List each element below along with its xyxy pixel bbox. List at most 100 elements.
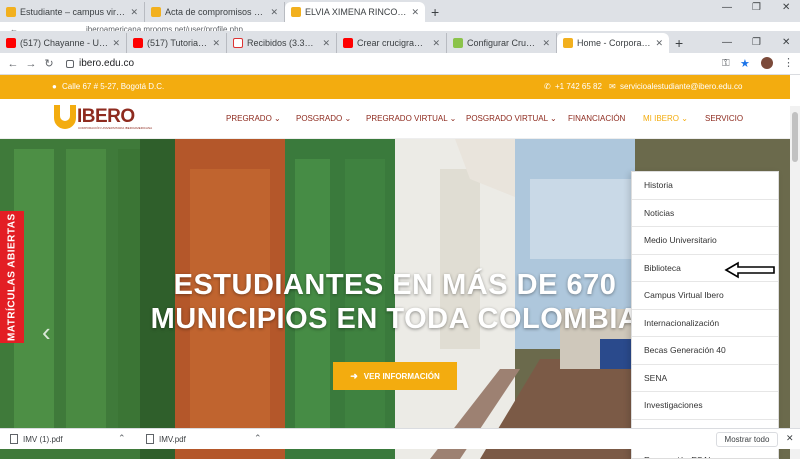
tab-configurar[interactable]: Configurar Crucigrama ✕	[447, 33, 557, 53]
tab-title: Home - Corporación Un	[577, 38, 651, 48]
tab-title: Recibidos (3.318) - xim	[247, 38, 318, 48]
restore-icon[interactable]: ❐	[752, 2, 761, 13]
tab-crucigramas[interactable]: Crear crucigramas en línea ✕	[337, 33, 447, 53]
tab-title: ELVIA XIMENA RINCON LANCHEROS	[305, 7, 407, 17]
tab-estudiante[interactable]: Estudiante – campus virtual ibero ✕	[0, 2, 145, 22]
nav-posgrado-virtual[interactable]: POSGRADO VIRTUAL ⌄	[466, 114, 557, 123]
lock-icon	[66, 59, 74, 68]
tab-home-ibero[interactable]: Home - Corporación Un ✕	[557, 33, 669, 53]
ibero-favicon-icon	[291, 7, 301, 17]
download-filename: IMV (1).pdf	[23, 434, 63, 444]
image-favicon-icon	[453, 38, 463, 48]
tab-title: Configurar Crucigrama	[467, 38, 538, 48]
tab-strip: (517) Chayanne - Un Siglo ✕ (517) Tutori…	[0, 31, 800, 53]
page-scrollbar[interactable]	[790, 106, 800, 459]
youtube-favicon-icon	[133, 38, 143, 48]
logo-text: IBERO	[77, 106, 135, 127]
show-all-label: Mostrar todo	[724, 435, 770, 444]
tab-title: Estudiante – campus virtual ibero	[20, 7, 126, 17]
tab-acta[interactable]: Acta de compromisos académicos ✕	[145, 2, 285, 22]
youtube-favicon-icon	[343, 38, 353, 48]
download-item[interactable]: IMV (1).pdf	[10, 434, 63, 444]
menu-dots-icon[interactable]: ⋮	[783, 56, 794, 69]
pointer-arrow-annotation	[724, 261, 775, 279]
chevron-up-icon[interactable]: ⌃	[118, 433, 126, 444]
tab-elvia[interactable]: ELVIA XIMENA RINCON LANCHEROS ✕	[285, 2, 425, 22]
dropdown-internacionalizacion[interactable]: Internacionalización	[632, 310, 778, 337]
minimize-icon[interactable]: —	[722, 37, 732, 48]
address-bar: ← → ↻ ibero.edu.co ⚿ ★ ⋮	[0, 53, 800, 75]
nav-pregrado[interactable]: PREGRADO ⌄	[226, 114, 281, 123]
mail-icon: ✉	[609, 82, 616, 91]
ibero-logo[interactable]: IBERO CORPORACIÓN UNIVERSITARIA IBEROAME…	[54, 105, 152, 130]
cta-label: VER INFORMACIÓN	[363, 371, 440, 381]
tab-gmail[interactable]: Recibidos (3.318) - xim ✕	[227, 33, 337, 53]
nav-financiacion[interactable]: FINANCIACIÓN	[568, 114, 625, 123]
matriculas-abiertas-tab[interactable]: MATRÍCULAS ABIERTAS	[0, 211, 24, 343]
gmail-favicon-icon	[233, 38, 243, 48]
tab-title: (517) Tutorial uso de la	[147, 38, 208, 48]
close-icon[interactable]: ✕	[542, 38, 550, 49]
ibero-favicon-icon	[563, 38, 573, 48]
contact-email[interactable]: servicioalestudiante@ibero.edu.co	[620, 82, 742, 91]
background-tab-strip: Estudiante – campus virtual ibero ✕ Acta…	[0, 0, 800, 22]
minimize-icon[interactable]: —	[722, 2, 732, 13]
dropdown-campus-virtual-ibero[interactable]: Campus Virtual Ibero	[632, 282, 778, 310]
close-icon[interactable]: ✕	[411, 7, 419, 18]
url-field[interactable]: ibero.edu.co	[79, 58, 134, 69]
download-item[interactable]: IMV.pdf	[146, 434, 186, 444]
restore-icon[interactable]: ❐	[752, 37, 761, 48]
close-downloads-icon[interactable]: ✕	[786, 433, 794, 444]
tab-chayanne[interactable]: (517) Chayanne - Un Siglo ✕	[0, 33, 127, 53]
dropdown-investigaciones[interactable]: Investigaciones	[632, 392, 778, 420]
chevron-up-icon[interactable]: ⌃	[254, 433, 262, 444]
ibero-favicon-icon	[151, 7, 161, 17]
download-bar: IMV (1).pdf ⌃ IMV.pdf ⌃ Mostrar todo ✕	[0, 428, 800, 449]
contact-phone[interactable]: +1 742 65 82	[555, 82, 602, 91]
scrollbar-thumb[interactable]	[792, 112, 798, 162]
close-window-icon[interactable]: ✕	[782, 37, 790, 48]
logo-mark-icon	[54, 105, 76, 129]
ver-informacion-button[interactable]: ➜ VER INFORMACIÓN	[333, 362, 457, 390]
pdf-file-icon	[146, 434, 154, 444]
tab-tutorial[interactable]: (517) Tutorial uso de la ✕	[127, 33, 227, 53]
close-window-icon[interactable]: ✕	[782, 2, 790, 13]
forward-arrow-icon[interactable]: →	[22, 58, 40, 70]
close-icon[interactable]: ✕	[655, 38, 663, 49]
slider-prev-arrow[interactable]: ‹	[42, 317, 51, 348]
close-icon[interactable]: ✕	[112, 38, 120, 49]
new-tab-button[interactable]: +	[669, 33, 689, 53]
mi-ibero-dropdown: Historia Noticias Medio Universitario Bi…	[631, 171, 779, 459]
dropdown-sena[interactable]: SENA	[632, 365, 778, 392]
dropdown-noticias[interactable]: Noticias	[632, 200, 778, 227]
close-icon[interactable]: ✕	[322, 38, 330, 49]
side-tab-label: MATRÍCULAS ABIERTAS	[6, 213, 18, 341]
nav-mi-ibero[interactable]: MI IBERO ⌄	[643, 114, 688, 123]
show-all-button[interactable]: Mostrar todo	[716, 432, 778, 447]
logo-subtext: CORPORACIÓN UNIVERSITARIA IBEROAMERICANA	[78, 126, 153, 130]
nav-posgrado[interactable]: POSGRADO ⌄	[296, 114, 351, 123]
nav-pregrado-virtual[interactable]: PREGRADO VIRTUAL ⌄	[366, 114, 456, 123]
back-arrow-icon[interactable]: ←	[4, 58, 22, 70]
close-icon[interactable]: ✕	[432, 38, 440, 49]
key-icon[interactable]: ⚿	[722, 58, 730, 69]
ibero-favicon-icon	[6, 7, 16, 17]
tab-title: Crear crucigramas en línea	[357, 38, 429, 48]
close-icon[interactable]: ✕	[130, 7, 138, 18]
nav-servicio[interactable]: SERVICIO	[705, 114, 743, 123]
star-icon[interactable]: ★	[740, 57, 750, 70]
avatar[interactable]	[761, 57, 773, 69]
location-icon: ●	[52, 82, 57, 91]
reload-icon[interactable]: ↻	[40, 57, 58, 70]
close-icon[interactable]: ✕	[270, 7, 278, 18]
dropdown-becas[interactable]: Becas Generación 40	[632, 337, 778, 365]
youtube-favicon-icon	[6, 38, 16, 48]
close-icon[interactable]: ✕	[212, 38, 220, 49]
new-tab-button[interactable]: +	[425, 2, 445, 22]
pdf-file-icon	[10, 434, 18, 444]
phone-icon: ✆	[544, 82, 551, 91]
dropdown-medio-universitario[interactable]: Medio Universitario	[632, 227, 778, 255]
dropdown-historia[interactable]: Historia	[632, 172, 778, 200]
download-filename: IMV.pdf	[159, 434, 186, 444]
arrow-right-icon: ➜	[350, 370, 358, 381]
